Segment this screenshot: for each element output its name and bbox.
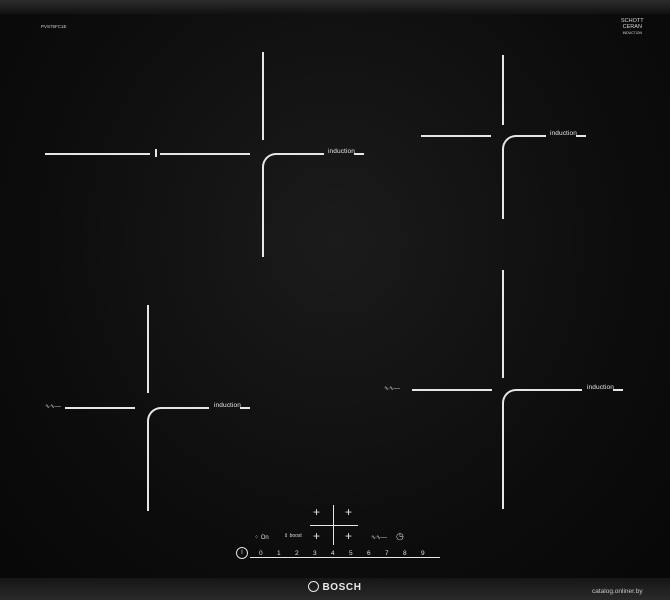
zone3-induction-label: induction [214, 402, 241, 409]
zone2-induction-label: induction [550, 130, 577, 137]
brand-name: BOSCH [322, 582, 362, 594]
brand-logo: BOSCH [0, 581, 670, 594]
cooktop-surface: PVS75FC1E SCHOTT CERAN INDUCTION inducti… [0, 0, 670, 600]
slider-step-8[interactable]: 8 [403, 550, 407, 557]
slider-step-2[interactable]: 2 [295, 550, 299, 557]
watermark: catalog.onliner.by [592, 588, 643, 595]
zone4-label-tail [613, 389, 623, 391]
zone2-corner [502, 135, 546, 219]
schott-ceran-logo: SCHOTT CERAN INDUCTION [621, 18, 644, 36]
zone1-horizontal-left [45, 153, 150, 155]
zone1-corner [262, 153, 324, 257]
zone1-horizontal-mid [160, 153, 250, 155]
zone1-label-tail [354, 153, 364, 155]
power-button[interactable]: I [236, 547, 248, 559]
zone3-corner [147, 407, 209, 511]
slider-step-5[interactable]: 5 [349, 550, 353, 557]
zone3-label-tail [240, 407, 250, 409]
zone-select-top-right-button[interactable]: + [345, 506, 352, 518]
zone-select-top-left-button[interactable]: + [313, 506, 320, 518]
slider-step-7[interactable]: 7 [385, 550, 389, 557]
zone2-horizontal-left [421, 135, 491, 137]
zone-select-bottom-left-button[interactable]: + [313, 530, 320, 542]
zone2-label-tail [576, 135, 586, 137]
boost-button[interactable]: ⇕ boost [284, 533, 302, 539]
zone4-flex-symbol: ∿∿― [384, 386, 401, 392]
bosch-armature-icon [308, 581, 320, 592]
zone4-induction-label: induction [587, 384, 614, 391]
zone3-top-vertical [147, 305, 149, 393]
slider-step-6[interactable]: 6 [367, 550, 371, 557]
zone4-horizontal-left [412, 389, 492, 391]
move-button[interactable]: ⁘ On [254, 534, 269, 541]
slider-step-9[interactable]: 9 [421, 550, 425, 557]
slider-track [250, 557, 440, 558]
zone4-corner [502, 389, 582, 509]
slider-step-0[interactable]: 0 [259, 550, 263, 557]
zone2-top-vertical [502, 55, 504, 125]
schott-induction-text: INDUCTION [622, 31, 643, 35]
slider-step-4[interactable]: 4 [331, 550, 335, 557]
zone-select-bottom-right-button[interactable]: + [345, 530, 352, 542]
model-label: PVS75FC1E [41, 24, 67, 29]
slider-step-3[interactable]: 3 [313, 550, 317, 557]
top-frame [0, 0, 670, 14]
timer-button[interactable]: ◷ [396, 531, 404, 542]
flex-mode-button[interactable]: ∿∿― [371, 534, 387, 541]
control-cross-horizontal [310, 525, 358, 526]
slider-step-1[interactable]: 1 [277, 550, 281, 557]
zone1-top-vertical [262, 52, 264, 140]
zone3-flex-symbol: ∿∿― [45, 404, 62, 410]
zone3-horizontal-left [65, 407, 135, 409]
zone1-divider-tick [155, 149, 157, 157]
zone4-top-vertical [502, 270, 504, 378]
zone1-induction-label: induction [328, 148, 355, 155]
